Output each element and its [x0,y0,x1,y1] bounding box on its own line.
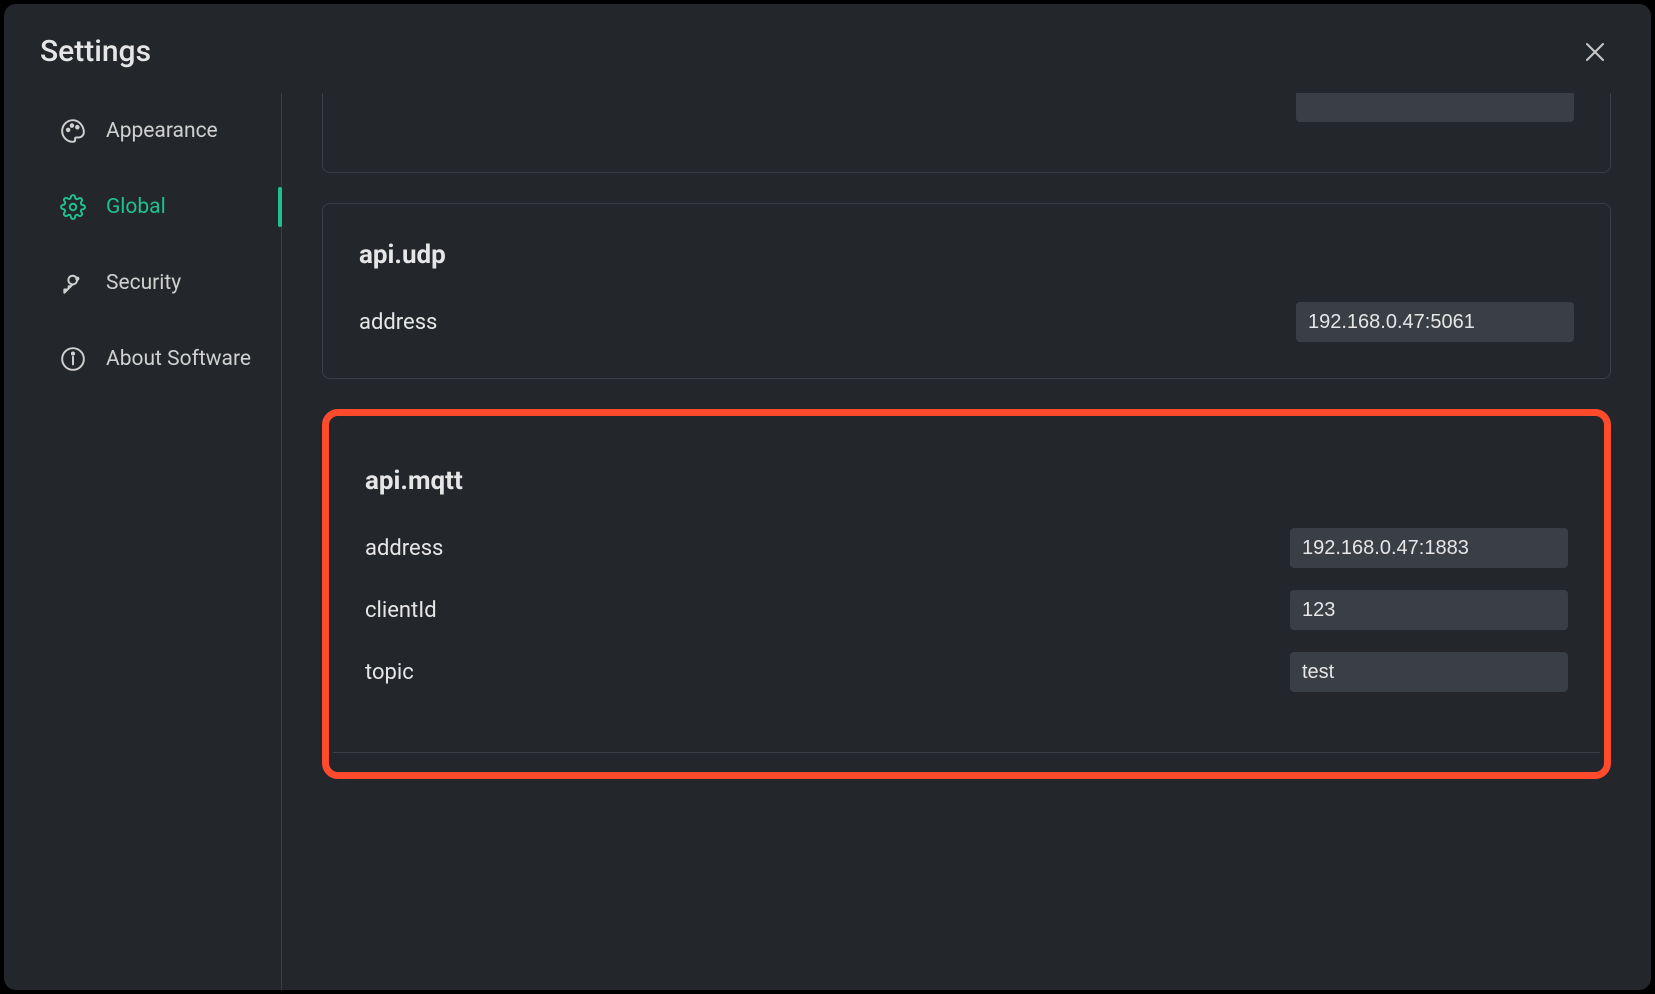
card-title-udp: api.udp [359,240,1574,270]
row-udp-address: address [359,302,1574,342]
input-mqtt-topic[interactable] [1290,652,1568,692]
card-title-mqtt: api.mqtt [365,466,1568,496]
sidebar-item-label: Global [106,195,166,219]
label-mqtt-clientid: clientId [365,598,437,623]
input-mqtt-clientid[interactable] [1290,590,1568,630]
settings-card-udp: api.udp address [322,203,1611,379]
card-divider [333,752,1600,772]
label-mqtt-address: address [365,536,443,561]
page-title: Settings [4,4,1651,93]
settings-card-partial [322,93,1611,173]
input-mqtt-address[interactable] [1290,528,1568,568]
highlight-annotation: api.mqtt address clientId topic [322,409,1611,779]
sidebar-item-security[interactable]: Security [60,245,281,321]
settings-sidebar: Appearance Global Security About Softwar… [4,93,282,990]
sidebar-item-about[interactable]: About Software [60,321,281,397]
settings-card-mqtt: api.mqtt address clientId topic [329,416,1604,752]
settings-body: Appearance Global Security About Softwar… [4,93,1651,990]
palette-icon [60,118,86,144]
key-icon [60,270,86,296]
partial-input[interactable] [1296,93,1574,122]
sidebar-item-label: Security [106,271,181,295]
sidebar-item-label: About Software [106,347,251,371]
settings-window: Settings Appearance Global [4,4,1651,990]
sidebar-item-appearance[interactable]: Appearance [60,93,281,169]
row-mqtt-address: address [365,528,1568,568]
close-icon [1583,40,1611,64]
close-button[interactable] [1583,40,1611,68]
label-udp-address: address [359,310,437,335]
row-mqtt-topic: topic [365,652,1568,692]
info-icon [60,346,86,372]
gear-icon [60,194,86,220]
settings-content: api.udp address api.mqtt address clientI… [282,93,1651,990]
label-mqtt-topic: topic [365,660,414,685]
row-mqtt-clientid: clientId [365,590,1568,630]
input-udp-address[interactable] [1296,302,1574,342]
sidebar-item-label: Appearance [106,119,218,143]
sidebar-item-global[interactable]: Global [60,169,281,245]
